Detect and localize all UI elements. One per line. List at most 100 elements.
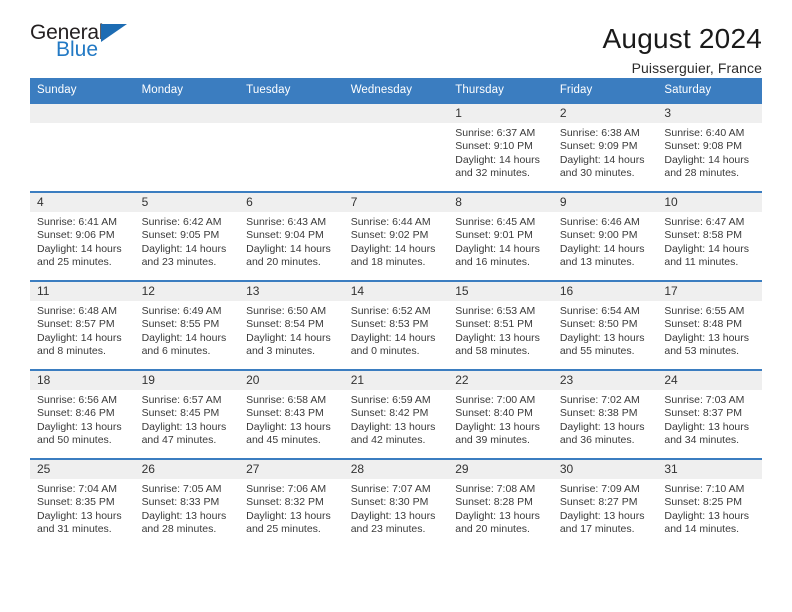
day-number: 1 [448,104,553,123]
calendar-day-cell[interactable]: 22 Sunrise: 7:00 AM Sunset: 8:40 PM Dayligh… [448,369,553,459]
daylight-text-line1: Daylight: 14 hours [350,331,436,344]
day-details: Sunrise: 6:52 AM Sunset: 8:53 PM Daylight:… [344,301,449,358]
calendar-day-cell[interactable]: 16 Sunrise: 6:54 AM Sunset: 8:50 PM Dayligh… [552,280,658,370]
calendar-day-cell[interactable]: 14 Sunrise: 6:52 AM Sunset: 8:53 PM Dayligh… [343,280,449,370]
day-number: 14 [343,282,449,301]
daylight-text-line1: Daylight: 13 hours [455,509,540,522]
daylight-text-line1: Daylight: 13 hours [664,331,750,344]
sunset-text: Sunset: 8:53 PM [350,318,429,331]
calendar-day-cell[interactable]: 5 Sunrise: 6:42 AM Sunset: 9:05 PM Daylight… [134,191,240,281]
calendar-day-cell[interactable]: 25 Sunrise: 7:04 AM Sunset: 8:35 PM Dayligh… [30,458,135,548]
calendar-day-cell[interactable]: 12 Sunrise: 6:49 AM Sunset: 8:55 PM Dayligh… [134,280,240,370]
day-number: 29 [448,460,553,479]
day-number: 6 [239,193,344,212]
sunrise-text: Sunrise: 6:56 AM [37,394,117,406]
sunrise-text: Sunrise: 6:46 AM [559,216,640,228]
calendar-day-cell[interactable]: 1 Sunrise: 6:37 AM Sunset: 9:10 PM Daylight… [448,102,553,192]
daylight-text-line2: and 32 minutes. [455,166,530,179]
calendar-day-cell[interactable]: 19 Sunrise: 6:57 AM Sunset: 8:45 PM Dayligh… [134,369,240,459]
day-details: Sunrise: 7:08 AM Sunset: 8:28 PM Daylight:… [448,479,553,536]
day-number: 31 [657,460,762,479]
day-number: 4 [30,193,135,212]
daylight-text-line1: Daylight: 13 hours [37,420,122,433]
day-number: 12 [134,282,240,301]
calendar-day-cell[interactable]: 3 Sunrise: 6:40 AM Sunset: 9:08 PM Daylight… [657,102,762,192]
day-number: 28 [343,460,449,479]
calendar-day-cell[interactable]: 21 Sunrise: 6:59 AM Sunset: 8:42 PM Dayligh… [343,369,449,459]
sunset-text: Sunset: 8:43 PM [246,407,324,420]
calendar-day-cell-empty [239,102,344,192]
day-details: Sunrise: 6:50 AM Sunset: 8:54 PM Daylight:… [239,301,344,358]
day-details: Sunrise: 6:59 AM Sunset: 8:42 PM Daylight:… [344,390,449,447]
calendar-day-cell[interactable]: 30 Sunrise: 7:09 AM Sunset: 8:27 PM Dayligh… [552,458,658,548]
sunset-text: Sunset: 8:30 PM [350,496,429,509]
daylight-text-line1: Daylight: 13 hours [664,509,750,522]
calendar-day-cell-empty [343,102,449,192]
day-number: 8 [448,193,553,212]
calendar-day-cell[interactable]: 8 Sunrise: 6:45 AM Sunset: 9:01 PM Daylight… [448,191,553,281]
daylight-text-line1: Daylight: 14 hours [141,331,227,344]
calendar-day-cell[interactable]: 20 Sunrise: 6:58 AM Sunset: 8:43 PM Dayligh… [239,369,344,459]
daylight-text-line2: and 55 minutes. [559,344,635,357]
calendar-day-cell[interactable]: 2 Sunrise: 6:38 AM Sunset: 9:09 PM Daylight… [552,102,658,192]
daylight-text-line2: and 0 minutes. [350,344,420,357]
day-details: Sunrise: 7:06 AM Sunset: 8:32 PM Daylight:… [239,479,344,536]
day-number: 3 [657,104,762,123]
calendar-day-cell[interactable]: 28 Sunrise: 7:07 AM Sunset: 8:30 PM Dayligh… [343,458,449,548]
daylight-text-line1: Daylight: 13 hours [559,509,645,522]
calendar-day-cell[interactable]: 27 Sunrise: 7:06 AM Sunset: 8:32 PM Dayligh… [239,458,344,548]
daylight-text-line1: Daylight: 13 hours [37,509,122,522]
day-number: 23 [552,371,658,390]
calendar-day-cell[interactable]: 31 Sunrise: 7:10 AM Sunset: 8:25 PM Dayligh… [657,458,762,548]
daylight-text-line2: and 50 minutes. [37,433,112,446]
sunrise-text: Sunrise: 6:47 AM [664,216,745,228]
sunrise-text: Sunrise: 7:07 AM [350,483,431,495]
sunrise-text: Sunrise: 7:00 AM [455,394,536,406]
day-details: Sunrise: 6:44 AM Sunset: 9:02 PM Daylight:… [344,212,449,269]
day-number: 21 [343,371,449,390]
sunrise-text: Sunrise: 6:58 AM [246,394,327,406]
calendar-day-cell[interactable]: 9 Sunrise: 6:46 AM Sunset: 9:00 PM Daylight… [552,191,658,281]
calendar-day-cell[interactable]: 17 Sunrise: 6:55 AM Sunset: 8:48 PM Dayligh… [657,280,762,370]
daylight-text-line2: and 14 minutes. [664,522,740,535]
day-details: Sunrise: 7:03 AM Sunset: 8:37 PM Daylight:… [657,390,762,447]
sunset-text: Sunset: 8:54 PM [246,318,324,331]
daylight-text-line2: and 58 minutes. [455,344,530,357]
calendar-day-cell[interactable]: 10 Sunrise: 6:47 AM Sunset: 8:58 PM Dayligh… [657,191,762,281]
calendar-day-cell[interactable]: 4 Sunrise: 6:41 AM Sunset: 9:06 PM Daylight… [30,191,135,281]
day-number [343,104,449,123]
daylight-text-line1: Daylight: 14 hours [246,331,331,344]
calendar-day-cell[interactable]: 29 Sunrise: 7:08 AM Sunset: 8:28 PM Dayligh… [448,458,553,548]
calendar-day-cell[interactable]: 7 Sunrise: 6:44 AM Sunset: 9:02 PM Daylight… [343,191,449,281]
day-number: 25 [30,460,135,479]
sunrise-text: Sunrise: 6:37 AM [455,127,536,139]
daylight-text-line2: and 25 minutes. [246,522,321,535]
calendar-day-cell[interactable]: 13 Sunrise: 6:50 AM Sunset: 8:54 PM Dayligh… [239,280,344,370]
day-details: Sunrise: 7:09 AM Sunset: 8:27 PM Daylight:… [553,479,658,536]
daylight-text-line2: and 30 minutes. [559,166,635,179]
sunrise-text: Sunrise: 7:02 AM [559,394,640,406]
calendar-day-cell[interactable]: 23 Sunrise: 7:02 AM Sunset: 8:38 PM Dayligh… [552,369,658,459]
calendar-day-cell[interactable]: 18 Sunrise: 6:56 AM Sunset: 8:46 PM Dayligh… [30,369,135,459]
daylight-text-line1: Daylight: 14 hours [37,242,122,255]
sunrise-text: Sunrise: 6:44 AM [350,216,431,228]
calendar-day-cell[interactable]: 24 Sunrise: 7:03 AM Sunset: 8:37 PM Dayligh… [657,369,762,459]
calendar-day-cell[interactable]: 26 Sunrise: 7:05 AM Sunset: 8:33 PM Dayligh… [134,458,240,548]
day-details: Sunrise: 7:10 AM Sunset: 8:25 PM Daylight:… [657,479,762,536]
logo-text-blue: Blue [56,38,99,61]
calendar-day-cell[interactable]: 11 Sunrise: 6:48 AM Sunset: 8:57 PM Dayligh… [30,280,135,370]
sunset-text: Sunset: 8:37 PM [664,407,743,420]
general-blue-logo[interactable]: General Blue [30,22,140,60]
day-number: 13 [239,282,344,301]
calendar-week-row: 11 Sunrise: 6:48 AM Sunset: 8:57 PM Dayligh… [30,280,762,370]
day-details: Sunrise: 6:43 AM Sunset: 9:04 PM Daylight:… [239,212,344,269]
sunrise-text: Sunrise: 6:53 AM [455,305,536,317]
daylight-text-line2: and 8 minutes. [37,344,106,357]
calendar-day-cell[interactable]: 6 Sunrise: 6:43 AM Sunset: 9:04 PM Daylight… [239,191,344,281]
weekday-header-tuesday: Tuesday [239,78,344,103]
sunset-text: Sunset: 8:40 PM [455,407,533,420]
calendar-day-cell[interactable]: 15 Sunrise: 6:53 AM Sunset: 8:51 PM Dayligh… [448,280,553,370]
sunset-text: Sunset: 8:42 PM [350,407,429,420]
sunrise-text: Sunrise: 6:50 AM [246,305,327,317]
daylight-text-line1: Daylight: 14 hours [455,153,540,166]
